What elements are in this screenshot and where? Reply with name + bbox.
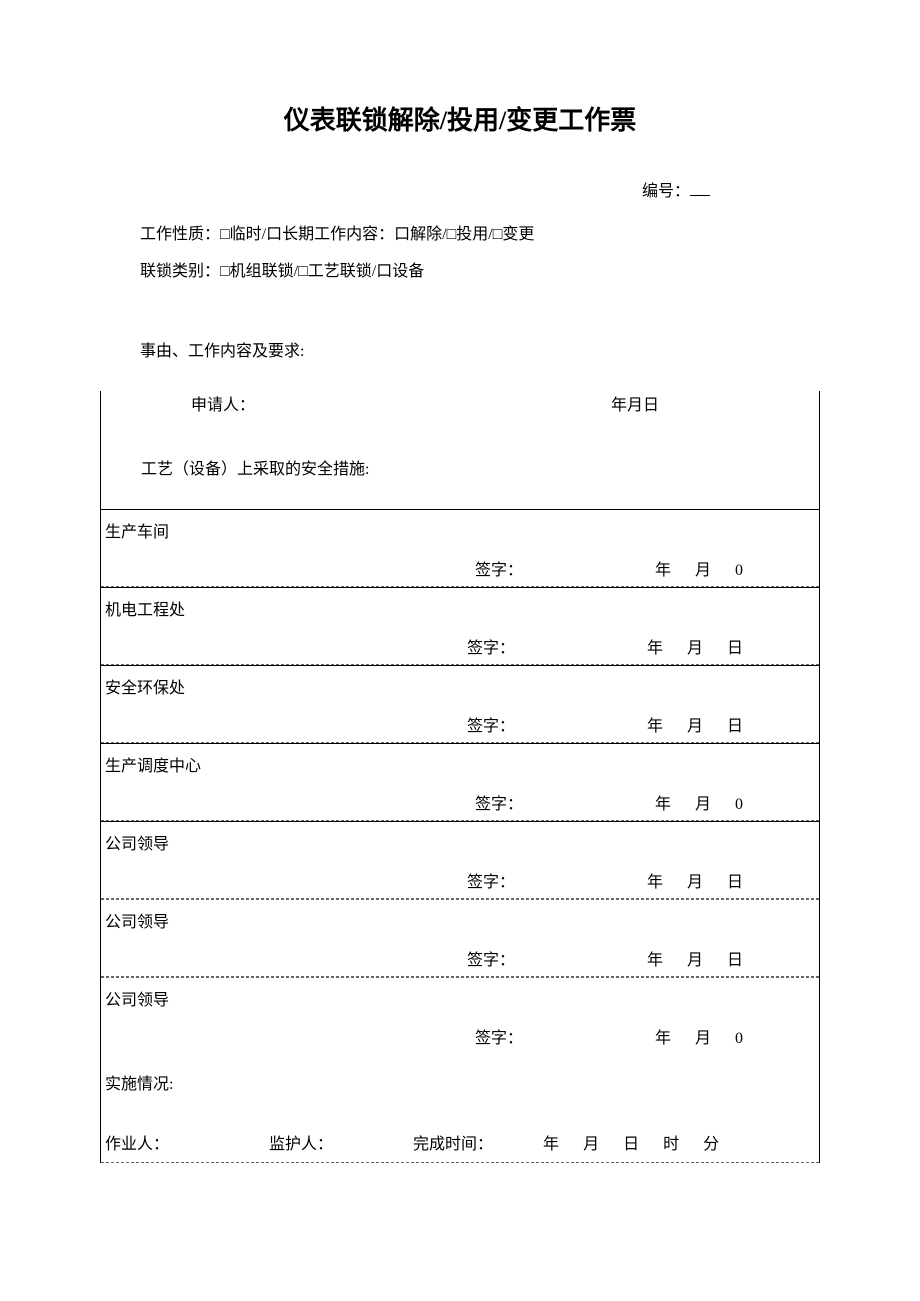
dept-label: 公司领导 — [101, 900, 819, 936]
sig-block: 公司领导签字： 年 月 0 — [101, 977, 819, 1054]
day-char: 日 — [623, 1136, 639, 1153]
year-char: 年 — [655, 562, 671, 579]
dept-label: 安全环保处 — [101, 666, 819, 702]
serial-label: 编号： — [642, 177, 690, 201]
operator-label: 作业人： — [105, 1130, 169, 1154]
sig-line: 签字： 年 月 日 — [101, 858, 819, 899]
bottom-row: 作业人： 监护人： 完成时间： 年 月 日 时 分 — [101, 1124, 819, 1163]
day-char: 日 — [727, 718, 743, 735]
month-char: 月 — [583, 1136, 599, 1153]
sig-line: 签字： 年 月 0 — [101, 780, 819, 821]
year-char: 年 — [647, 640, 663, 657]
sig-block: 生产调度中心签字： 年 月 0 — [101, 743, 819, 821]
day-char: 0 — [735, 562, 743, 579]
min-char: 分 — [703, 1136, 719, 1153]
date-group: 年 月 0 — [643, 556, 755, 580]
month-char: 月 — [695, 1030, 711, 1047]
work-nature-options: □临时/口长期 — [220, 226, 314, 243]
year-char: 年 — [647, 874, 663, 891]
dept-label: 生产车间 — [101, 510, 819, 546]
day-char: 日 — [727, 640, 743, 657]
interlock-type-label: 联锁类别： — [140, 263, 220, 280]
work-nature-line: 工作性质：□临时/口长期工作内容：口解除/□投用/□变更 — [140, 221, 820, 250]
date-group: 年 月 0 — [643, 790, 755, 814]
sig-line: 签字： 年 月 0 — [101, 546, 819, 587]
day-char: 0 — [735, 1030, 743, 1047]
signature-label: 签字： — [467, 634, 515, 658]
date-group: 年月日 — [635, 634, 755, 658]
signature-label: 签字： — [475, 790, 523, 814]
main-frame: 申请人： 年月日 工艺（设备）上采取的安全措施: 生产车间签字：年月0机电工程处… — [100, 391, 820, 1163]
dept-label: 生产调度中心 — [101, 744, 819, 780]
dept-label: 机电工程处 — [101, 588, 819, 624]
serial-row: 编号： — [100, 177, 820, 201]
year-char: 年 — [647, 952, 663, 969]
month-char: 月 — [687, 952, 703, 969]
month-char: 月 — [687, 640, 703, 657]
sig-block: 生产车间签字： 年 月 0 — [101, 509, 819, 587]
dept-label: 公司领导 — [101, 822, 819, 858]
signature-label: 签字： — [475, 556, 523, 580]
applicant-date: 年月日 — [611, 391, 659, 415]
implementation-label: 实施情况: — [101, 1054, 819, 1124]
sig-block: 公司领导签字： 年 月 日 — [101, 821, 819, 899]
signature-label: 签字： — [475, 1024, 523, 1048]
sig-line: 签字： 年 月 日 — [101, 936, 819, 977]
signature-label: 签字： — [467, 946, 515, 970]
date-group: 年 月 0 — [643, 1024, 755, 1048]
work-nature-label: 工作性质： — [140, 226, 220, 243]
month-char: 月 — [687, 874, 703, 891]
sig-line: 签字： 年 月 0 — [101, 1014, 819, 1054]
year-char: 年 — [647, 718, 663, 735]
signature-label: 签字： — [467, 712, 515, 736]
day-char: 日 — [727, 874, 743, 891]
year-char: 年 — [655, 1030, 671, 1047]
interlock-type-options: □机组联锁/□工艺联锁/口设备 — [220, 263, 424, 280]
serial-underline — [690, 195, 710, 196]
date-group: 年月日 — [635, 946, 755, 970]
month-char: 月 — [695, 562, 711, 579]
month-char: 月 — [687, 718, 703, 735]
sig-line: 签字： 年 月 日 — [101, 624, 819, 665]
work-content-options: 口解除/□投用/□变更 — [394, 226, 534, 243]
sig-block: 公司领导签字： 年 月 日 — [101, 899, 819, 977]
hour-char: 时 — [663, 1136, 679, 1153]
day-char: 日 — [727, 952, 743, 969]
sig-block: 机电工程处签字： 年 月 日 — [101, 587, 819, 665]
reason-label: 事由、工作内容及要求: — [140, 337, 820, 361]
day-char: 0 — [735, 796, 743, 813]
finish-time-label: 完成时间： — [413, 1130, 493, 1154]
interlock-type-line: 联锁类别：□机组联锁/□工艺联锁/口设备 — [140, 258, 820, 287]
month-char: 月 — [695, 796, 711, 813]
date-group: 年月日 — [635, 868, 755, 892]
year-char: 年 — [655, 796, 671, 813]
guardian-label: 监护人： — [269, 1130, 333, 1154]
sig-block: 安全环保处签字： 年 月 日 — [101, 665, 819, 743]
safety-measures-label: 工艺（设备）上采取的安全措施: — [101, 425, 819, 509]
date-group: 年月日 — [635, 712, 755, 736]
signature-rows: 生产车间签字：年月0机电工程处签字：年月日安全环保处签字：年月日生产调度中心签字… — [101, 509, 819, 1054]
work-content-label: 工作内容： — [314, 226, 394, 243]
applicant-row: 申请人： 年月日 — [101, 391, 819, 415]
signature-label: 签字： — [467, 868, 515, 892]
applicant-label: 申请人： — [191, 391, 255, 415]
finish-time-date: 年 月 日 时 分 — [533, 1130, 729, 1154]
document-title: 仪表联锁解除/投用/变更工作票 — [100, 100, 820, 137]
year-char: 年 — [543, 1136, 559, 1153]
sig-line: 签字： 年 月 日 — [101, 702, 819, 743]
dept-label: 公司领导 — [101, 978, 819, 1014]
